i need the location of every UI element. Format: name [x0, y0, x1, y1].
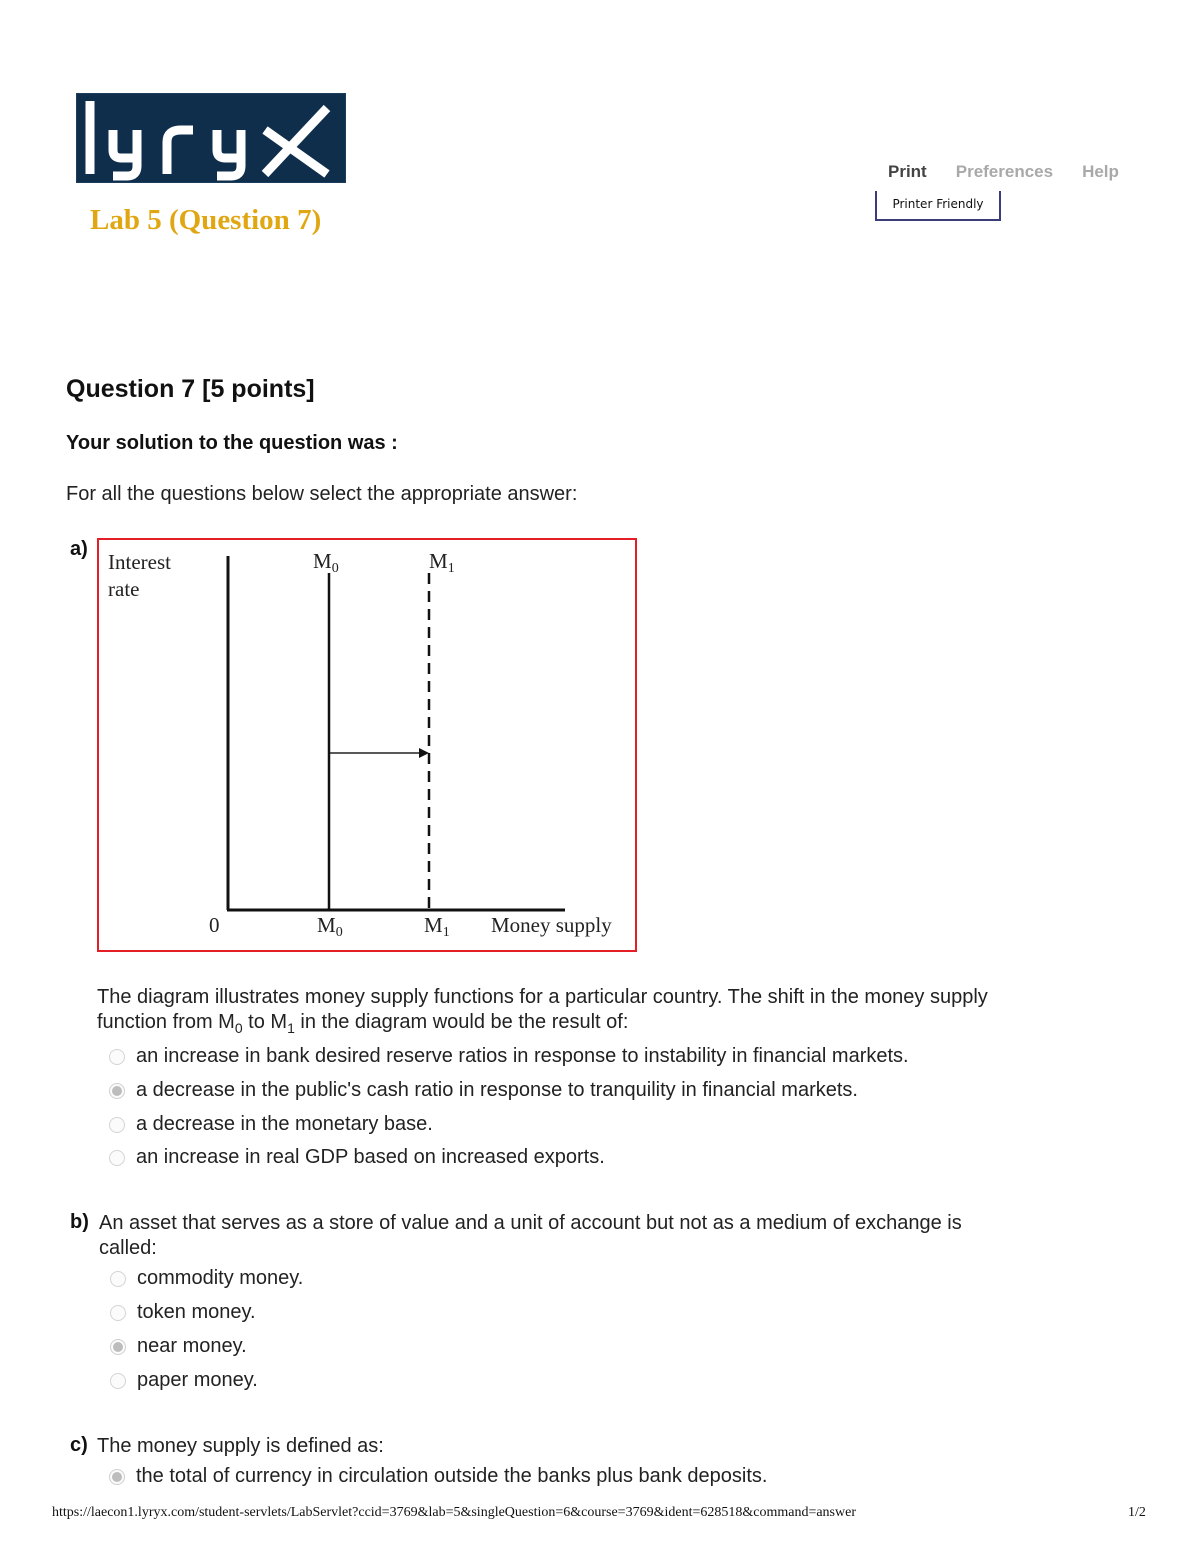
part-c-label: c) — [70, 1434, 88, 1456]
part-b-question-text: An asset that serves as a store of value… — [99, 1211, 962, 1261]
part-c-question-text: The money supply is defined as: — [97, 1435, 384, 1457]
option-label: commodity money. — [137, 1267, 304, 1289]
part-a-option-1[interactable]: an increase in bank desired reserve rati… — [109, 1045, 909, 1068]
part-a-label: a) — [70, 538, 88, 560]
radio-button-selected[interactable] — [109, 1468, 125, 1485]
option-label: the total of currency in circulation out… — [136, 1465, 768, 1487]
part-a-option-4[interactable]: an increase in real GDP based on increas… — [109, 1146, 605, 1169]
curve-label-m1: M1 — [429, 549, 455, 576]
shift-arrow-head — [419, 748, 429, 758]
part-b-option-2[interactable]: token money. — [110, 1301, 256, 1324]
footer-page-number: 1/2 — [1128, 1505, 1146, 1520]
part-b-option-1[interactable]: commodity money. — [110, 1267, 303, 1290]
radio-button-selected[interactable] — [110, 1338, 126, 1355]
radio-button[interactable] — [109, 1048, 125, 1065]
part-b-label: b) — [70, 1211, 89, 1233]
diagram-svg: Interest rate M0 M1 0 M0 M1 Money supply — [108, 549, 612, 940]
instructions-text: For all the questions below select the a… — [66, 483, 578, 505]
part-b-option-3[interactable]: near money. — [110, 1335, 247, 1358]
option-label: a decrease in the monetary base. — [136, 1113, 433, 1135]
part-a-option-2[interactable]: a decrease in the public's cash ratio in… — [109, 1079, 858, 1102]
part-a-text-line2: function from M0 to M1 in the diagram wo… — [97, 1011, 629, 1036]
option-label: a decrease in the public's cash ratio in… — [136, 1079, 858, 1101]
radio-button[interactable] — [110, 1372, 126, 1389]
part-b-option-4[interactable]: paper money. — [110, 1369, 258, 1392]
lyryx-logo — [76, 93, 346, 183]
question-title: Question 7 [5 points] — [66, 375, 315, 403]
nav-preferences[interactable]: Preferences — [956, 162, 1053, 182]
lab-title: Lab 5 (Question 7) — [90, 204, 322, 236]
top-nav: Print Preferences Help — [888, 162, 1119, 182]
part-c-option-1[interactable]: the total of currency in circulation out… — [109, 1465, 767, 1488]
x-tick-label-m0: M0 — [317, 913, 343, 940]
money-supply-diagram: Interest rate M0 M1 0 M0 M1 Money supply — [97, 538, 637, 952]
x-axis-label: Money supply — [491, 913, 612, 937]
solution-label: Your solution to the question was : — [66, 432, 398, 454]
printer-friendly-button[interactable]: Printer Friendly — [875, 191, 1001, 221]
option-label: an increase in real GDP based on increas… — [136, 1146, 605, 1168]
footer-url: https://laecon1.lyryx.com/student-servle… — [52, 1505, 856, 1520]
origin-label: 0 — [209, 913, 220, 937]
x-tick-label-m1: M1 — [424, 913, 450, 940]
option-label: an increase in bank desired reserve rati… — [136, 1045, 909, 1067]
nav-print[interactable]: Print — [888, 162, 927, 182]
nav-help[interactable]: Help — [1082, 162, 1119, 182]
part-a-text-line1: The diagram illustrates money supply fun… — [97, 986, 988, 1008]
radio-button-selected[interactable] — [109, 1082, 125, 1099]
part-b-text-line2: called: — [99, 1237, 157, 1259]
radio-button[interactable] — [110, 1270, 126, 1287]
radio-button[interactable] — [109, 1116, 125, 1133]
option-label: paper money. — [137, 1369, 258, 1391]
curve-label-m0: M0 — [313, 549, 339, 576]
radio-button[interactable] — [110, 1304, 126, 1321]
y-axis-label-line1: Interest — [108, 550, 171, 574]
part-b-text-line1: An asset that serves as a store of value… — [99, 1212, 962, 1234]
option-label: token money. — [137, 1301, 256, 1323]
part-a-option-3[interactable]: a decrease in the monetary base. — [109, 1113, 433, 1136]
radio-button[interactable] — [109, 1149, 125, 1166]
y-axis-label-line2: rate — [108, 577, 139, 601]
part-a-question-text: The diagram illustrates money supply fun… — [97, 985, 988, 1035]
option-label: near money. — [137, 1335, 247, 1357]
